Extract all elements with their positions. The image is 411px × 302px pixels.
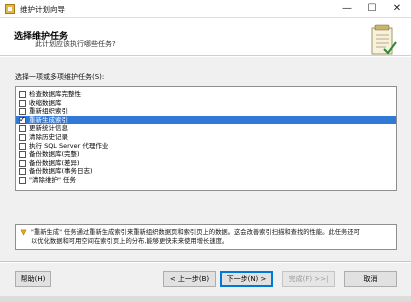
task-item-check-integrity[interactable]: 检查数据库完整性 [16, 90, 396, 99]
task-item-rebuild-index[interactable]: ✓ 重新生成索引 [16, 114, 396, 125]
description-line: 以优化数据和可用空间在索引页上的分布,能够更快未来使用增长速度。 [31, 238, 229, 245]
close-button[interactable]: ✕ [384, 0, 410, 18]
task-checkbox[interactable] [19, 159, 26, 167]
finish-button[interactable]: 完成(F) >>| [282, 271, 335, 287]
task-label: 执行 SQL Server 代理作业 [29, 141, 109, 150]
minimize-button[interactable]: — [334, 0, 360, 18]
help-button[interactable]: 帮助(H) [15, 271, 51, 287]
maximize-button[interactable]: ☐ [359, 0, 385, 18]
task-item-reorganize-index[interactable]: 重新组织索引 [16, 107, 396, 116]
task-label: 清除历史记录 [29, 133, 68, 141]
wizard-header: 选择维护任务 此计划应该执行哪些任务? [0, 18, 411, 56]
task-label: 检查数据库完整性 [29, 90, 81, 98]
task-description-box: "重新生成" 任务通过重新生成索引来重新组织数据页和索引页上的数据。这会改善索引… [15, 224, 397, 250]
next-button[interactable]: 下一步(N) > [220, 271, 273, 287]
task-label: 备份数据库(完整) [29, 150, 80, 159]
task-checkbox[interactable] [19, 91, 26, 98]
task-checkbox[interactable] [19, 99, 26, 107]
task-item-backup-log[interactable]: 备份数据库(事务日志) [16, 167, 396, 176]
task-label: "清除维护" 任务 [29, 176, 77, 184]
task-checkbox[interactable] [19, 125, 26, 133]
task-label: 收缩数据库 [29, 98, 62, 107]
checkmark-icon: ✓ [19, 114, 26, 124]
button-separator [0, 261, 411, 263]
wizard-tasks-icon [371, 24, 397, 55]
task-checkbox[interactable] [19, 168, 26, 176]
title-bar: 维护计划向导 — ☐ ✕ [0, 0, 411, 18]
task-item-maintenance-cleanup[interactable]: "清除维护" 任务 [16, 176, 396, 185]
maintenance-task-list[interactable]: 检查数据库完整性 收缩数据库 重新组织索引 ✓ 重新生成索引 更新统计信息 清除… [15, 86, 397, 191]
window-title: 维护计划向导 [20, 5, 65, 14]
info-arrow-icon [20, 229, 27, 236]
page-subtitle: 此计划应该执行哪些任务? [35, 40, 116, 48]
task-checkbox[interactable] [19, 151, 26, 159]
task-label: 更新统计信息 [29, 124, 68, 133]
task-item-update-statistics[interactable]: 更新统计信息 [16, 124, 396, 133]
tasks-label: 选择一项或多项维护任务(S): [15, 73, 105, 81]
task-description: "重新生成" 任务通过重新生成索引来重新组织数据页和索引页上的数据。这会改善索引… [31, 228, 393, 246]
app-icon [5, 4, 15, 14]
description-line: "重新生成" 任务通过重新生成索引来重新组织数据页和索引页上的数据。这会改善索引… [31, 229, 360, 236]
task-item-shrink-database[interactable]: 收缩数据库 [16, 99, 396, 108]
task-item-backup-full[interactable]: 备份数据库(完整) [16, 150, 396, 159]
cancel-button[interactable]: 取消 [344, 271, 397, 287]
task-checkbox[interactable]: ✓ [19, 114, 26, 124]
task-item-clean-history[interactable]: 清除历史记录 [16, 133, 396, 142]
task-checkbox[interactable] [19, 134, 26, 141]
back-button[interactable]: < 上一步(B) [163, 271, 216, 287]
status-strip [0, 296, 411, 302]
task-checkbox[interactable] [19, 177, 26, 184]
task-label: 备份数据库(事务日志) [29, 167, 93, 176]
task-item-agent-job[interactable]: 执行 SQL Server 代理作业 [16, 142, 396, 151]
task-label: 重新组织索引 [29, 107, 68, 116]
task-checkbox[interactable] [19, 142, 26, 150]
